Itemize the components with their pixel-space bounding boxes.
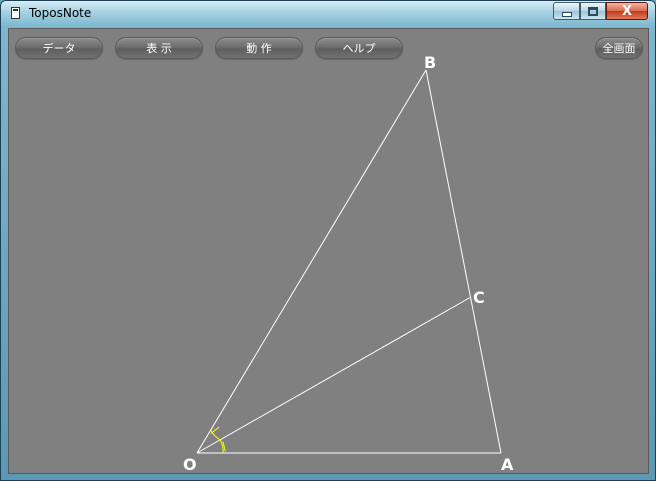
drawing-area[interactable]: データ 表 示 動 作 ヘルプ 全画面 O A B C (8, 28, 649, 474)
minimize-button[interactable] (553, 2, 580, 20)
label-C: C (473, 288, 485, 307)
minimize-icon (561, 11, 572, 17)
label-B: B (424, 53, 436, 72)
angle-arc-inner (210, 429, 221, 441)
close-button[interactable]: X (606, 2, 648, 20)
app-window: ToposNote X データ 表 示 動 作 ヘルプ 全画面 O A B C (0, 0, 656, 481)
label-A: A (501, 455, 514, 473)
label-O: O (183, 455, 197, 473)
geometry-figure[interactable]: O A B C (9, 29, 648, 473)
close-icon: X (621, 3, 633, 19)
app-icon (11, 7, 20, 19)
title-bar[interactable]: ToposNote X (1, 1, 655, 27)
segment-AB[interactable] (425, 69, 502, 454)
segment-OB[interactable] (196, 69, 427, 454)
segment-OC[interactable] (196, 296, 472, 454)
maximize-icon (588, 6, 598, 16)
maximize-button[interactable] (580, 2, 606, 20)
window-title: ToposNote (29, 6, 92, 20)
